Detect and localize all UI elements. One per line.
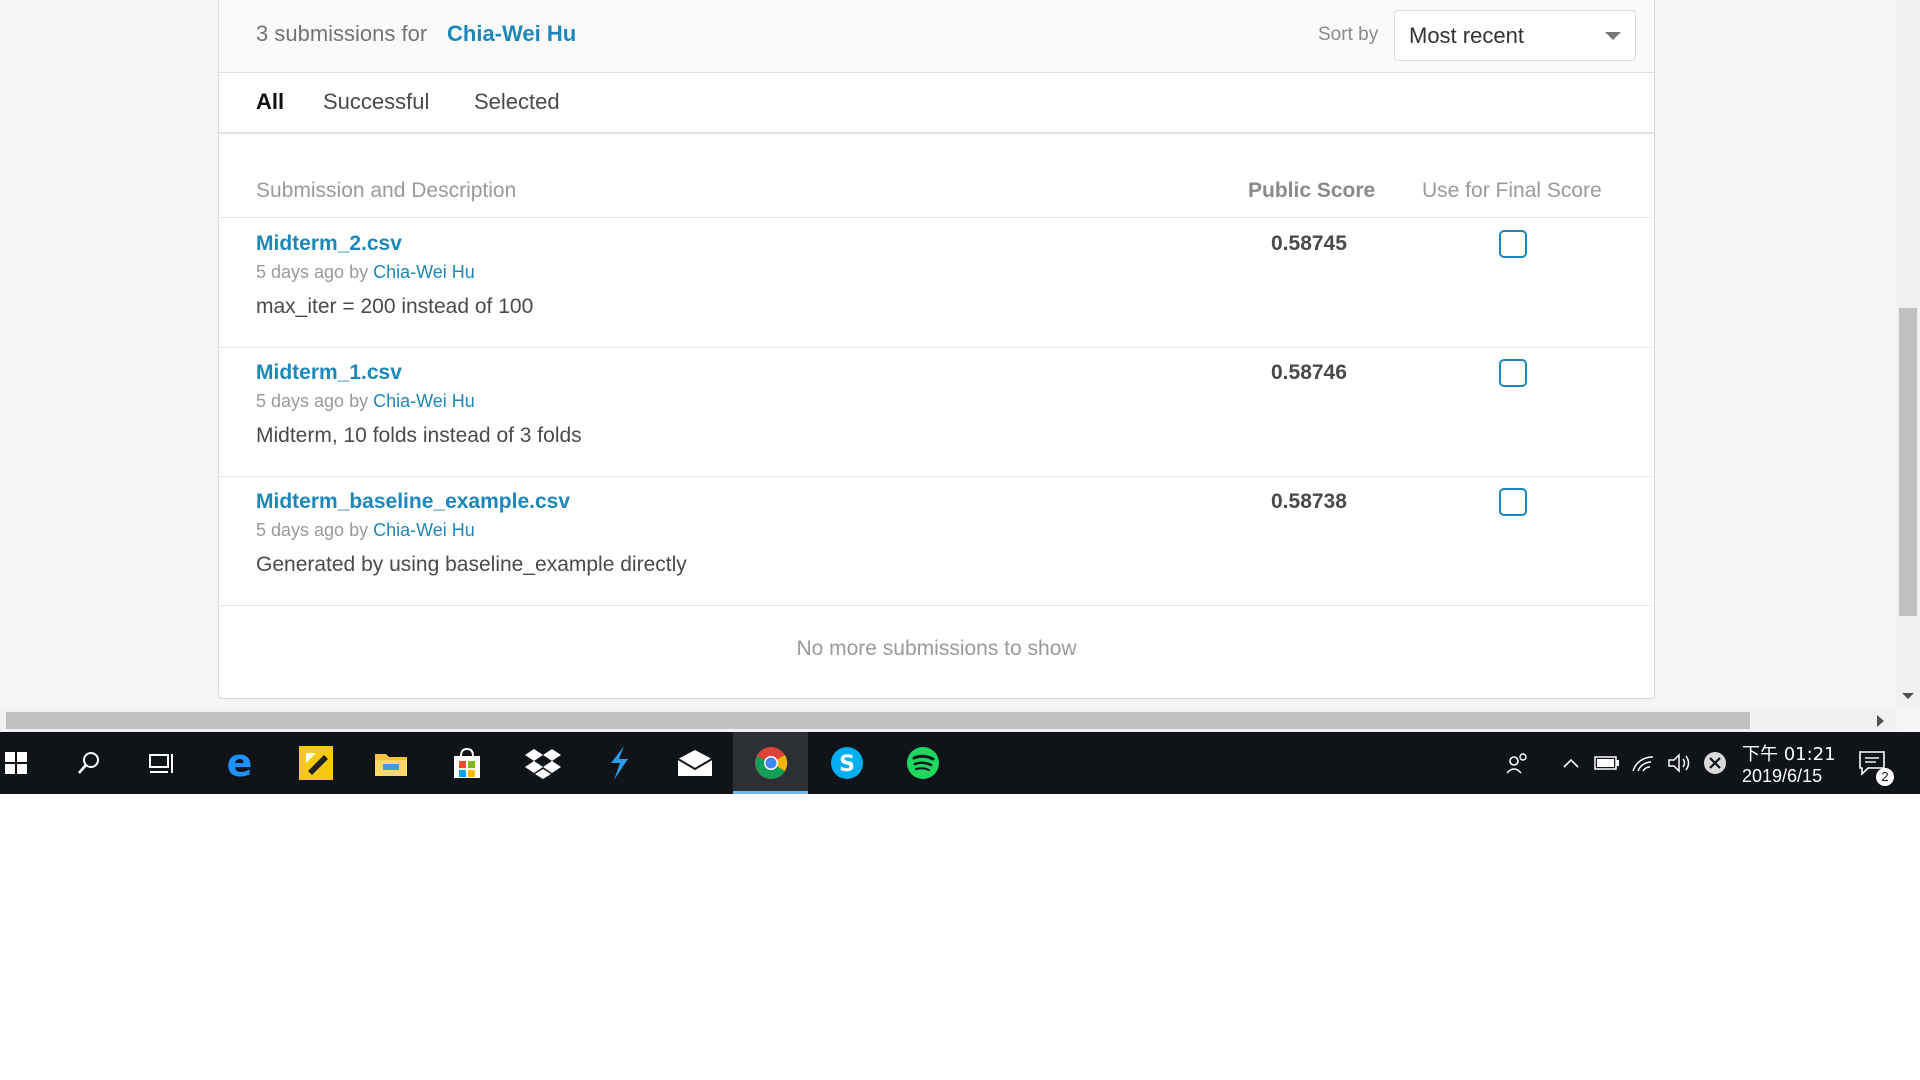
browser-viewport: 3 submissions for Chia-Wei Hu Sort by Mo… [0,0,1920,732]
final-score-checkbox[interactable] [1499,230,1527,258]
people-icon[interactable] [1500,732,1536,794]
windows-start-icon[interactable] [0,732,32,794]
skype-icon[interactable]: S [809,732,884,794]
close-circle-icon[interactable] [1700,732,1730,794]
screen: 3 submissions for Chia-Wei Hu Sort by Mo… [0,0,1920,794]
submissions-header: 3 submissions for Chia-Wei Hu Sort by Mo… [219,0,1654,73]
submission-row: Midterm_2.csv 5 days ago by Chia-Wei Hu … [219,218,1654,348]
public-score: 0.58746 [1271,361,1347,384]
submission-description: max_iter = 200 instead of 100 [256,295,534,318]
column-header-submission: Submission and Description [256,179,517,202]
filter-tabs: All Successful Selected [219,72,1654,134]
submission-time: 5 days ago by [256,391,369,411]
search-icon[interactable] [51,732,126,794]
caret-down-icon [1605,32,1621,40]
submission-meta: 5 days ago by Chia-Wei Hu [256,262,475,283]
final-score-checkbox[interactable] [1499,488,1527,516]
submission-author-link[interactable]: Chia-Wei Hu [373,391,475,411]
scroll-right-arrow-icon[interactable] [1877,715,1884,727]
svg-text:S: S [839,752,855,777]
public-score: 0.58738 [1271,490,1347,513]
scroll-down-arrow-icon[interactable] [1902,693,1914,699]
submission-row: Midterm_baseline_example.csv 5 days ago … [219,476,1654,606]
submission-description: Midterm, 10 folds instead of 3 folds [256,424,582,447]
edge-icon[interactable]: e [202,732,277,794]
submission-author-link[interactable]: Chia-Wei Hu [373,262,475,282]
spotify-icon[interactable] [885,732,960,794]
notification-count-badge: 2 [1876,768,1894,786]
store-icon[interactable] [429,732,504,794]
column-header-public-score[interactable]: Public Score [1248,179,1375,203]
sort-label: Sort by [1318,24,1379,45]
chrome-icon[interactable] [733,732,808,794]
clock-date[interactable]: 2019/6/15 [1742,766,1822,787]
battery-icon[interactable] [1592,732,1622,794]
file-explorer-icon[interactable] [353,732,428,794]
tab-selected[interactable]: Selected [474,89,560,115]
submission-description: Generated by using baseline_example dire… [256,553,687,576]
user-name-link[interactable]: Chia-Wei Hu [447,21,576,47]
submission-time: 5 days ago by [256,262,369,282]
clock-time[interactable]: 下午 01:21 [1742,740,1836,766]
submission-author-link[interactable]: Chia-Wei Hu [373,520,475,540]
sticky-app-icon[interactable] [278,732,353,794]
public-score: 0.58745 [1271,232,1347,255]
show-hidden-icons-chevron-icon[interactable] [1558,732,1584,794]
sort-select[interactable]: Most recent [1394,10,1636,61]
taskbar: e S 下午 01:21 2019/6/15 2 [0,732,1920,794]
submission-meta: 5 days ago by Chia-Wei Hu [256,391,475,412]
submission-time: 5 days ago by [256,520,369,540]
submission-file-link[interactable]: Midterm_2.csv [256,232,402,256]
sway-icon[interactable] [581,732,656,794]
horizontal-scrollbar-thumb[interactable] [6,712,1750,729]
dropbox-icon[interactable] [505,732,580,794]
column-header-final-score: Use for Final Score [1422,179,1602,202]
no-more-submissions: No more submissions to show [796,637,1077,660]
volume-icon[interactable] [1664,732,1694,794]
horizontal-scrollbar[interactable] [0,709,1897,732]
submission-count: 3 submissions for [256,21,428,46]
vertical-scrollbar[interactable] [1897,0,1919,709]
submission-row: Midterm_1.csv 5 days ago by Chia-Wei Hu … [219,347,1654,477]
vertical-scrollbar-thumb[interactable] [1899,308,1917,616]
tab-all[interactable]: All [256,89,284,115]
table-header: Submission and Description Public Score … [219,134,1654,218]
tab-successful[interactable]: Successful [323,89,429,115]
sort-value: Most recent [1409,23,1524,48]
submission-file-link[interactable]: Midterm_baseline_example.csv [256,490,570,514]
mail-icon[interactable] [657,732,732,794]
final-score-checkbox[interactable] [1499,359,1527,387]
task-view-icon[interactable] [124,732,199,794]
submission-file-link[interactable]: Midterm_1.csv [256,361,402,385]
submissions-card: 3 submissions for Chia-Wei Hu Sort by Mo… [218,0,1655,699]
wifi-icon[interactable] [1628,732,1658,794]
submission-meta: 5 days ago by Chia-Wei Hu [256,520,475,541]
